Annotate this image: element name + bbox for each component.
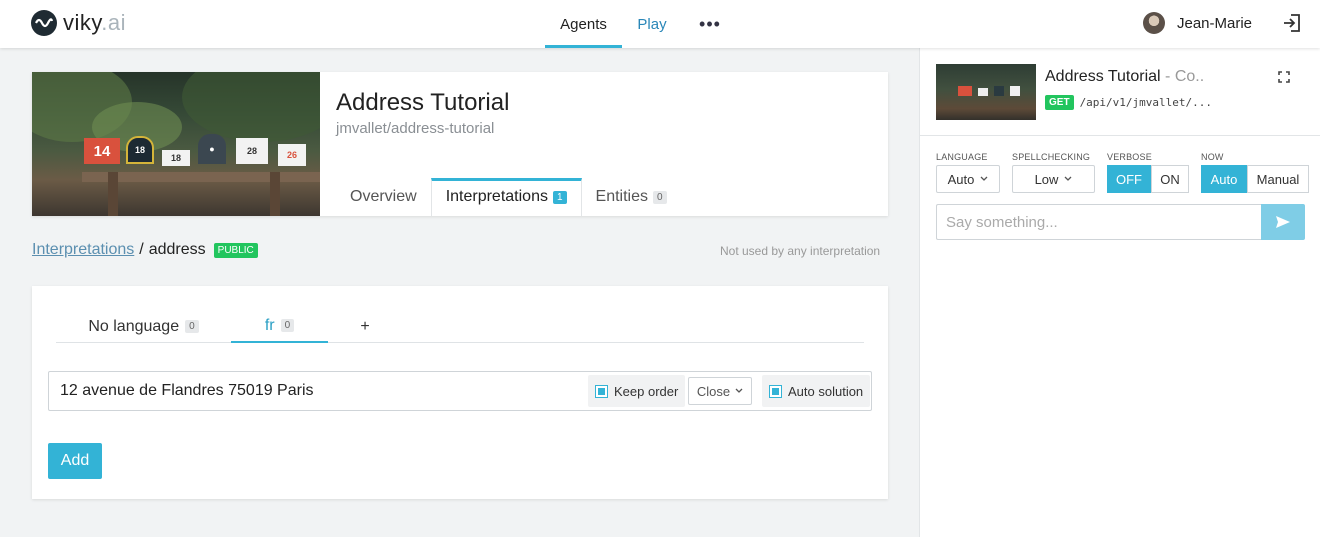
lang-label: No language bbox=[88, 317, 180, 335]
verbose-on-button[interactable]: ON bbox=[1151, 165, 1189, 193]
logout-icon[interactable] bbox=[1282, 13, 1302, 38]
lang-label: fr bbox=[264, 316, 275, 334]
spellchecking-control: SPELLCHECKING Low bbox=[1012, 152, 1095, 193]
agent-image: 14 18 18 ● 28 26 bbox=[32, 72, 320, 216]
method-badge: GET bbox=[1045, 95, 1074, 110]
tab-entities[interactable]: Entities 0 bbox=[582, 178, 681, 216]
keep-order-label: Keep order bbox=[614, 383, 679, 399]
usage-note: Not used by any interpretation bbox=[720, 244, 881, 258]
tab-label: Entities bbox=[595, 188, 648, 205]
spellchecking-select[interactable]: Low bbox=[1012, 165, 1095, 193]
agent-name: Address Tutorial bbox=[336, 89, 510, 116]
language-label: LANGUAGE bbox=[936, 152, 988, 162]
agent-slug: jmvallet/address-tutorial bbox=[336, 120, 495, 137]
formulation-field[interactable]: 12 avenue de Flandres 75019 Paris Keep o… bbox=[48, 371, 872, 411]
ellipsis-icon[interactable]: ••• bbox=[682, 0, 738, 48]
send-icon[interactable] bbox=[1261, 204, 1305, 240]
add-language-button[interactable]: + bbox=[328, 310, 402, 343]
proximity-value: Close bbox=[696, 383, 731, 399]
logo[interactable]: viky.ai bbox=[31, 10, 126, 36]
auto-solution-option[interactable]: Auto solution bbox=[762, 375, 871, 407]
tab-count: 1 bbox=[552, 190, 567, 204]
breadcrumb: Interpretations / address PUBLIC bbox=[32, 241, 258, 259]
chevron-down-icon bbox=[1064, 176, 1072, 181]
console-header: Address Tutorial - Co... GET /api/v1/jmv… bbox=[920, 48, 1320, 136]
avatar bbox=[1143, 12, 1165, 34]
console-controls: LANGUAGE Auto SPELLCHECKING Low VERBOSE … bbox=[936, 152, 1309, 193]
language-control: LANGUAGE Auto bbox=[936, 152, 1000, 193]
add-button[interactable]: Add bbox=[48, 443, 102, 479]
verbose-toggle: OFF ON bbox=[1107, 165, 1189, 193]
language-tabs: No language 0 fr 0 + bbox=[56, 310, 864, 343]
logo-text: viky.ai bbox=[63, 10, 127, 35]
verbose-label: VERBOSE bbox=[1107, 152, 1152, 162]
top-bar: viky.ai Agents Play ••• Jean-Marie bbox=[0, 0, 1320, 48]
proximity-select[interactable]: Close bbox=[688, 377, 752, 405]
now-auto-button[interactable]: Auto bbox=[1201, 165, 1247, 193]
expand-icon[interactable] bbox=[1278, 70, 1290, 88]
lang-label: + bbox=[360, 317, 370, 335]
spellchecking-value: Low bbox=[1034, 171, 1059, 187]
console-endpoint: GET /api/v1/jmvallet/... bbox=[1045, 95, 1212, 110]
now-toggle: Auto Manual bbox=[1201, 165, 1309, 193]
verbose-off-button[interactable]: OFF bbox=[1107, 165, 1151, 193]
now-manual-button[interactable]: Manual bbox=[1247, 165, 1309, 193]
console-agent-thumbnail bbox=[936, 64, 1036, 120]
logo-icon bbox=[31, 10, 57, 36]
tab-interpretations[interactable]: Interpretations 1 bbox=[430, 178, 582, 216]
formulation-text[interactable]: 12 avenue de Flandres 75019 Paris bbox=[60, 382, 314, 400]
now-control: NOW Auto Manual bbox=[1201, 152, 1309, 193]
console-panel: Address Tutorial - Co... GET /api/v1/jmv… bbox=[919, 48, 1320, 537]
nav-play[interactable]: Play bbox=[622, 0, 682, 48]
language-select[interactable]: Auto bbox=[936, 165, 1000, 193]
console-title: Address Tutorial - Co... bbox=[1045, 68, 1205, 85]
keep-order-option[interactable]: Keep order bbox=[588, 375, 686, 407]
main-nav: Agents Play ••• bbox=[545, 0, 738, 48]
chevron-down-icon bbox=[980, 176, 988, 181]
lang-count: 0 bbox=[185, 320, 199, 333]
breadcrumb-interpretations-link[interactable]: Interpretations bbox=[32, 241, 134, 259]
breadcrumb-separator: / bbox=[139, 241, 144, 258]
tab-label: Overview bbox=[350, 188, 417, 205]
interpretation-card: No language 0 fr 0 + 12 avenue de Flandr… bbox=[32, 286, 888, 499]
spellchecking-label: SPELLCHECKING bbox=[1012, 152, 1091, 162]
language-value: Auto bbox=[947, 171, 975, 187]
agent-tabs: Overview Interpretations 1 Entities 0 bbox=[336, 178, 681, 216]
keep-order-checkbox[interactable] bbox=[595, 384, 608, 398]
tab-lang-fr[interactable]: fr 0 bbox=[231, 310, 328, 343]
chevron-down-icon bbox=[735, 388, 743, 393]
agent-card: 14 18 18 ● 28 26 Address Tutorial jmvall… bbox=[32, 72, 888, 216]
user-menu[interactable]: Jean-Marie bbox=[1143, 12, 1252, 34]
say-something-bar bbox=[936, 204, 1305, 240]
auto-solution-label: Auto solution bbox=[788, 383, 864, 399]
now-label: NOW bbox=[1201, 152, 1224, 162]
tab-overview[interactable]: Overview bbox=[336, 178, 431, 216]
auto-solution-checkbox[interactable] bbox=[769, 384, 782, 398]
lang-count: 0 bbox=[280, 319, 295, 332]
tab-no-language[interactable]: No language 0 bbox=[56, 310, 231, 343]
public-badge: PUBLIC bbox=[213, 242, 258, 258]
tab-count: 0 bbox=[653, 190, 667, 204]
user-name: Jean-Marie bbox=[1177, 14, 1253, 32]
tab-label: Interpretations bbox=[445, 188, 548, 205]
endpoint-url: /api/v1/jmvallet/... bbox=[1079, 96, 1213, 109]
nav-agents[interactable]: Agents bbox=[545, 0, 622, 48]
breadcrumb-current: address bbox=[148, 241, 206, 258]
verbose-control: VERBOSE OFF ON bbox=[1107, 152, 1189, 193]
say-something-input[interactable] bbox=[936, 204, 1261, 240]
